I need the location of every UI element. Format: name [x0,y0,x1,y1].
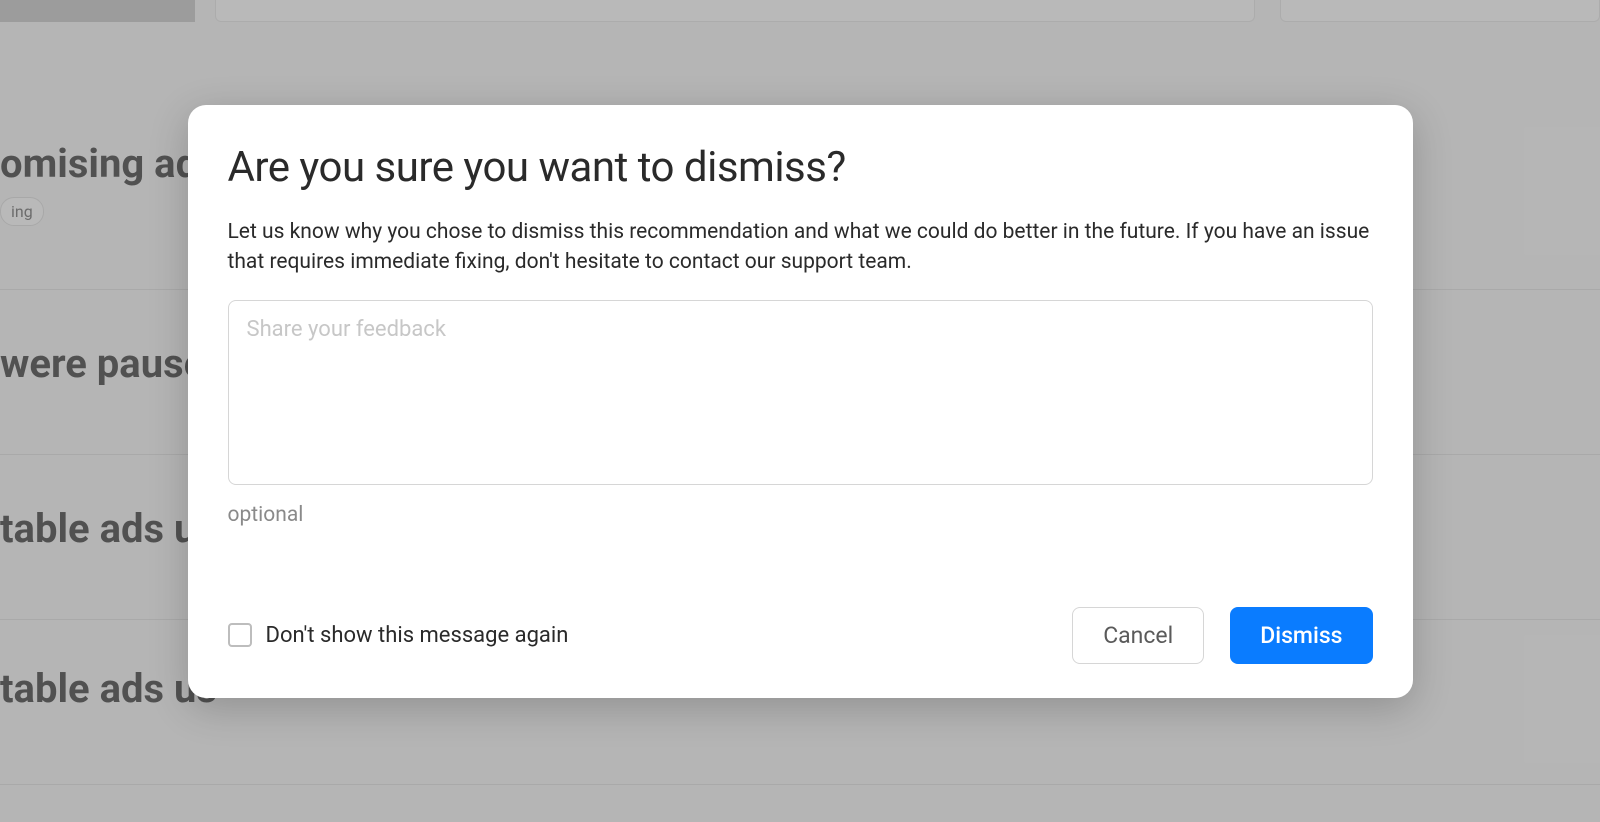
dont-show-again-wrap[interactable]: Don't show this message again [228,623,569,648]
optional-hint: optional [228,503,1373,527]
modal-footer: Don't show this message again Cancel Dis… [228,607,1373,664]
dismiss-confirmation-modal: Are you sure you want to dismiss? Let us… [188,105,1413,698]
dismiss-button[interactable]: Dismiss [1230,607,1372,664]
modal-button-group: Cancel Dismiss [1072,607,1372,664]
modal-overlay: Are you sure you want to dismiss? Let us… [0,0,1600,822]
dont-show-again-checkbox[interactable] [228,623,252,647]
dont-show-again-label[interactable]: Don't show this message again [266,623,569,648]
cancel-button[interactable]: Cancel [1072,607,1204,664]
modal-body-text: Let us know why you chose to dismiss thi… [228,218,1373,278]
feedback-textarea[interactable] [228,300,1373,485]
modal-title: Are you sure you want to dismiss? [228,143,1373,192]
